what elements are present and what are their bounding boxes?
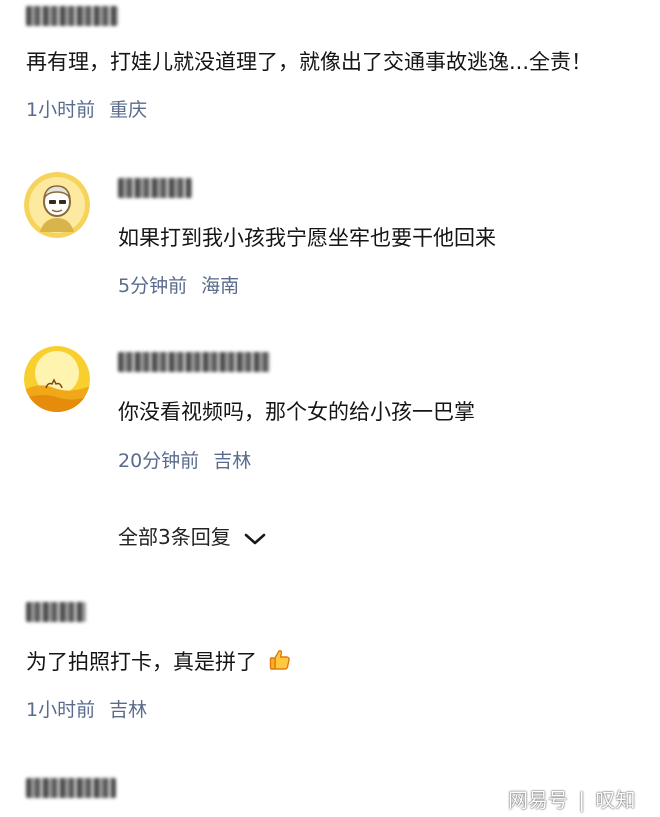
comment-time: 1小时前 (26, 99, 96, 121)
reply-text: 如果打到我小孩我宁愿坐牢也要干他回来 (118, 226, 496, 250)
comment-meta: 1小时前 吉林 (26, 698, 147, 722)
avatar[interactable] (24, 172, 90, 238)
comment-meta: 1小时前 重庆 (26, 98, 147, 122)
comment-text: 为了拍照打卡，真是拼了 (26, 648, 292, 676)
comment-text: 再有理，打娃儿就没道理了，就像出了交通事故逃逸...全责！ (26, 50, 593, 74)
show-all-replies-label: 全部3条回复 (118, 525, 231, 549)
reply-time: 20分钟前 (118, 450, 200, 472)
chevron-down-icon (244, 533, 266, 544)
reply-location: 海南 (201, 275, 240, 297)
reply-time: 5分钟前 (118, 275, 188, 297)
comment-location: 重庆 (109, 99, 148, 121)
comment-time: 1小时前 (26, 699, 96, 721)
watermark-separator: | (578, 788, 586, 812)
username-blurred (118, 352, 270, 372)
thumbs-up-icon (269, 649, 290, 670)
username-blurred (26, 602, 86, 622)
reply-text: 你没看视频吗，那个女的给小孩一巴掌 (118, 400, 475, 424)
watermark-source: 网易号 (508, 788, 568, 812)
username-blurred (26, 6, 118, 26)
comment-location: 吉林 (109, 699, 148, 721)
avatar[interactable] (24, 346, 90, 412)
username-blurred (26, 778, 116, 798)
reply-meta: 20分钟前 吉林 (118, 449, 251, 473)
reply-meta: 5分钟前 海南 (118, 274, 239, 298)
show-all-replies-button[interactable]: 全部3条回复 (118, 524, 267, 550)
watermark-author: 叹知 (595, 788, 636, 812)
username-blurred (118, 178, 192, 198)
reply-location: 吉林 (213, 450, 252, 472)
watermark: 网易号 | 叹知 (508, 784, 635, 813)
